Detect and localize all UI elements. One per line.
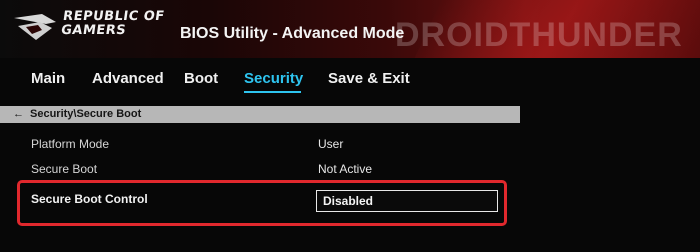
bios-title: BIOS Utility - Advanced Mode (180, 25, 405, 42)
setting-row-platform-mode: Platform Mode User (0, 137, 700, 157)
rog-eye-logo-icon (14, 14, 56, 40)
tab-security[interactable]: Security (244, 70, 303, 87)
breadcrumb: ← Security\Secure Boot (0, 106, 520, 123)
active-tab-underline (244, 91, 301, 93)
header-banner: REPUBLIC OF GAMERS BIOS Utility - Advanc… (0, 0, 700, 58)
secure-boot-control-select[interactable]: Disabled (316, 190, 498, 212)
setting-label: Secure Boot (31, 162, 98, 176)
main-nav: Main Advanced Boot Security Save & Exit (0, 64, 700, 96)
setting-label: Platform Mode (31, 137, 110, 151)
tab-boot[interactable]: Boot (184, 70, 218, 87)
brand-name: REPUBLIC OF GAMERS (60, 9, 166, 38)
back-arrow-icon[interactable]: ← (13, 106, 24, 123)
tab-advanced[interactable]: Advanced (92, 70, 164, 87)
tab-save-exit[interactable]: Save & Exit (328, 70, 410, 87)
setting-value: Not Active (318, 162, 373, 176)
brand-line-1: REPUBLIC OF (62, 9, 166, 24)
brand-line-2: GAMERS (60, 23, 128, 38)
breadcrumb-path: Security\Secure Boot (30, 108, 142, 120)
watermark: DROIDTHUNDER (395, 16, 683, 54)
setting-row-secure-boot: Secure Boot Not Active (0, 162, 700, 182)
tab-main[interactable]: Main (31, 70, 65, 87)
setting-label: Secure Boot Control (31, 192, 148, 206)
setting-value: User (318, 137, 344, 151)
